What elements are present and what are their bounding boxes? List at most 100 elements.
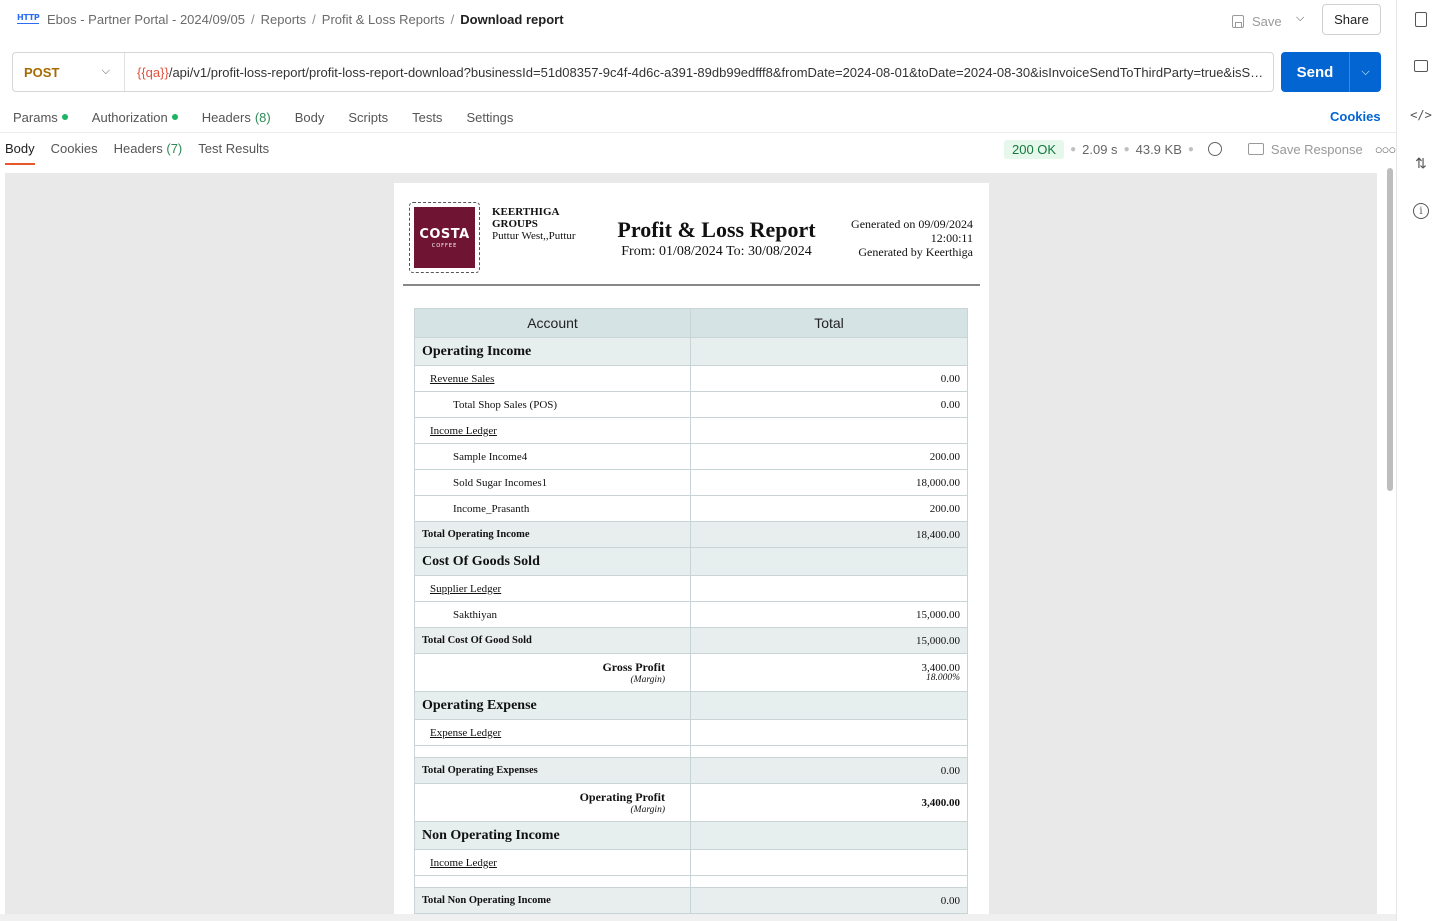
save-options-chevron-down-icon[interactable]: ⌵: [1296, 12, 1304, 25]
total-value: 18,400.00: [690, 521, 968, 548]
total-row: Total Non Operating Income 0.00: [414, 887, 968, 914]
item-label: Sakthiyan: [414, 601, 691, 628]
table-row: Sold Sugar Incomes1 18,000.00: [414, 469, 968, 496]
ledger-label: Revenue Sales: [414, 365, 691, 392]
table-row: Supplier Ledger: [414, 575, 968, 602]
response-size[interactable]: 43.9 KB: [1136, 142, 1182, 157]
chevron-down-icon: ⌵: [101, 65, 110, 77]
code-snippet-icon[interactable]: </>: [1410, 107, 1432, 123]
table-row: Sample Income4 200.00: [414, 443, 968, 470]
response-tab-cookies[interactable]: Cookies: [51, 141, 98, 165]
ledger-label: Supplier Ledger: [414, 575, 691, 602]
table-row: Income Ledger: [414, 849, 968, 876]
report-title: Profit & Loss Report: [617, 217, 816, 242]
column-header-total: Total: [690, 308, 968, 338]
gross-profit-label: Gross Profit: [602, 660, 665, 674]
total-label: Total Operating Income: [414, 521, 691, 548]
response-tabs: Body Cookies Headers (7) Test Results: [5, 141, 285, 165]
documentation-icon[interactable]: [1415, 12, 1427, 27]
comments-icon[interactable]: [1414, 60, 1428, 72]
response-tab-headers[interactable]: Headers (7): [114, 141, 183, 165]
section-title: Operating Expense: [414, 691, 691, 720]
cookies-link[interactable]: Cookies: [1330, 109, 1381, 124]
headers-count: (8): [254, 109, 271, 125]
item-label: Income_Prasanth: [414, 495, 691, 522]
total-value: 15,000.00: [690, 627, 968, 654]
http-request-icon: HTTP: [17, 13, 40, 24]
send-button[interactable]: Send ⌵: [1281, 52, 1381, 92]
section-title: Cost Of Goods Sold: [414, 547, 691, 576]
profit-loss-table: Account Total Operating Income Revenue S…: [414, 308, 968, 914]
share-button[interactable]: Share: [1322, 4, 1381, 35]
company-info: KEERTHIGA GROUPS Puttur West,,Puttur: [492, 206, 582, 242]
section-title: Non Operating Income: [414, 821, 691, 850]
empty-row: [414, 875, 968, 888]
table-row: Total Shop Sales (POS) 0.00: [414, 391, 968, 418]
pdf-page: COSTA COFFEE KEERTHIGA GROUPS Puttur Wes…: [394, 183, 989, 915]
tab-settings[interactable]: Settings: [466, 107, 513, 127]
section-row: Non Operating Income: [414, 821, 968, 850]
item-value: 15,000.00: [690, 601, 968, 628]
item-label: Sold Sugar Incomes1: [414, 469, 691, 496]
app-window: HTTP Ebos - Partner Portal - 2024/09/05 /…: [0, 0, 1444, 921]
params-status-dot: [61, 114, 68, 120]
tab-tests[interactable]: Tests: [412, 107, 442, 127]
total-row: Total Operating Income 18,400.00: [414, 521, 968, 548]
tab-authorization[interactable]: Authorization: [92, 107, 178, 127]
request-url-bar: POST ⌵ {{qa}}/api/v1/profit-loss-report/…: [12, 52, 1274, 92]
send-options-chevron-down-icon[interactable]: ⌵: [1349, 52, 1381, 92]
empty-row: [414, 745, 968, 758]
tab-scripts[interactable]: Scripts: [348, 107, 388, 127]
url-path: /api/v1/profit-loss-report/profit-loss-r…: [168, 64, 1265, 80]
request-tabs: Params Authorization Headers (8) Body Scr…: [13, 107, 537, 127]
save-response-icon: [1247, 143, 1264, 155]
generation-info: Generated on 09/09/2024 12:00:11 Generat…: [824, 217, 973, 260]
operating-profit-value: 3,400.00: [690, 783, 968, 822]
logo-subtext: COFFEE: [431, 242, 458, 249]
ledger-value: 0.00: [690, 365, 968, 392]
response-pdf-viewer[interactable]: COSTA COFFEE KEERTHIGA GROUPS Puttur Wes…: [5, 173, 1377, 915]
url-input[interactable]: {{qa}}/api/v1/profit-loss-report/profit-…: [125, 65, 1265, 80]
total-value: 0.00: [690, 757, 968, 784]
total-label: Total Operating Expenses: [414, 757, 691, 784]
status-badge[interactable]: 200 OK: [1004, 139, 1065, 159]
breadcrumb-profit-loss[interactable]: Profit & Loss Reports: [322, 12, 445, 27]
network-globe-icon[interactable]: [1207, 142, 1222, 156]
divider: [0, 132, 1396, 133]
item-value: 200.00: [690, 443, 968, 470]
response-tab-test-results[interactable]: Test Results: [198, 141, 269, 165]
section-row: Operating Income: [414, 337, 968, 366]
tab-headers[interactable]: Headers (8): [202, 107, 271, 127]
tab-body[interactable]: Body: [295, 107, 325, 127]
info-icon[interactable]: i: [1413, 203, 1429, 219]
response-tab-body[interactable]: Body: [5, 141, 35, 165]
more-options-icon[interactable]: ○○○: [1375, 142, 1397, 157]
ledger-label: Income Ledger: [414, 417, 691, 444]
ledger-label: Expense Ledger: [414, 719, 691, 746]
item-value: 18,000.00: [690, 469, 968, 496]
vertical-scrollbar[interactable]: [1387, 168, 1393, 491]
generated-on: Generated on 09/09/2024: [851, 217, 973, 231]
table-row: Expense Ledger: [414, 719, 968, 746]
response-time[interactable]: 2.09 s: [1082, 142, 1117, 157]
breadcrumb-reports[interactable]: Reports: [261, 12, 307, 27]
table-row: Income Ledger: [414, 417, 968, 444]
request-name[interactable]: Download report: [460, 12, 563, 27]
company-name: KEERTHIGA GROUPS: [492, 206, 559, 230]
tab-params[interactable]: Params: [13, 107, 68, 127]
ledger-label: Income Ledger: [414, 849, 691, 876]
breadcrumb-collection[interactable]: Ebos - Partner Portal - 2024/09/05: [47, 12, 245, 27]
company-location: Puttur West,,Puttur: [492, 230, 576, 242]
operating-profit-row: Operating Profit (Margin) 3,400.00: [414, 783, 968, 822]
item-value: 200.00: [690, 495, 968, 522]
section-row: Cost Of Goods Sold: [414, 547, 968, 576]
save-response-button[interactable]: Save Response: [1271, 142, 1363, 157]
save-button[interactable]: Save: [1232, 10, 1282, 32]
table-row: Sakthiyan 15,000.00: [414, 601, 968, 628]
company-logo: COSTA COFFEE: [409, 202, 480, 273]
section-title: Operating Income: [414, 337, 691, 366]
http-method-select[interactable]: POST ⌵: [13, 53, 125, 91]
report-date-range: From: 01/08/2024 To: 30/08/2024: [621, 244, 812, 259]
top-bar: HTTP Ebos - Partner Portal - 2024/09/05/…: [0, 0, 1396, 40]
related-requests-icon[interactable]: ⇅: [1413, 155, 1429, 171]
